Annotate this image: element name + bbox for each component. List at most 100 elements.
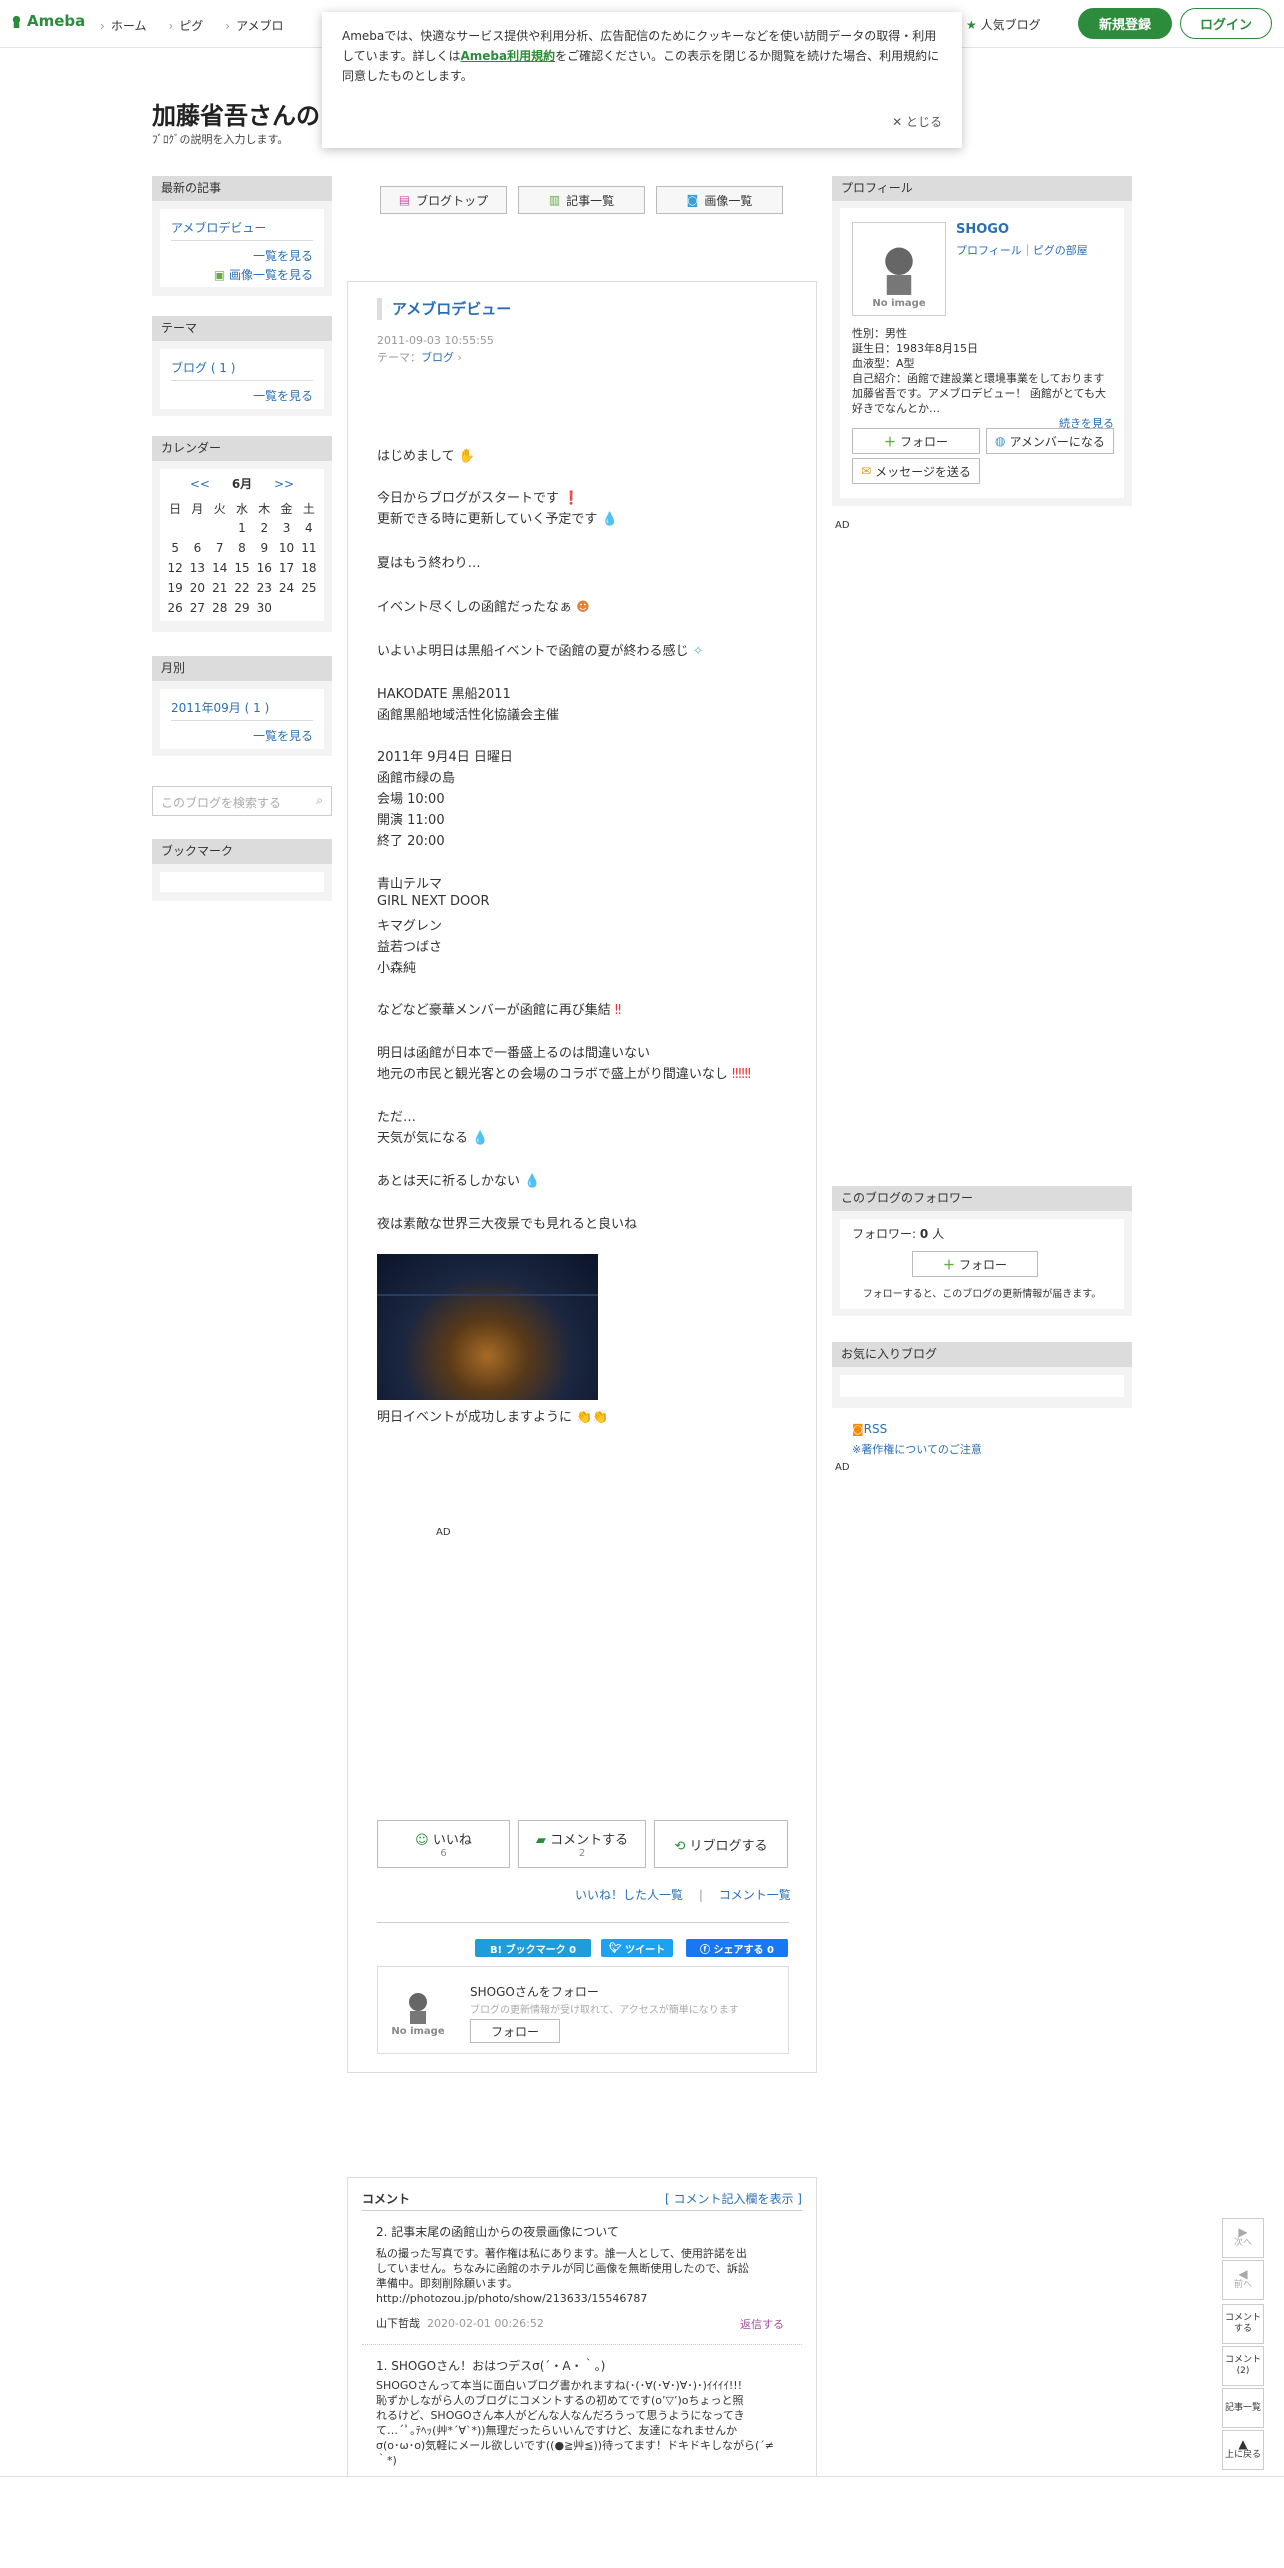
article: アメブロデビュー 2011-09-03 10:55:55 テーマ：ブログ › は… [347,281,817,2073]
profile-avatar[interactable]: No image [852,222,946,316]
comment-2-meta: 山下哲哉 2020-02-01 00:26:52 [376,2317,544,2330]
body-line: 函館市緑の島 [377,771,456,786]
cookie-banner: Amebaでは、快適なサービス提供や利用分析、広告配信のためにクッキーなどを使い… [322,12,962,148]
profile-ad-label: AD [835,520,850,531]
follow-title: SHOGOさんをフォロー [470,1985,599,1999]
show-comment-form-link[interactable]: [ コメント記入欄を表示 ] [665,2190,802,2207]
blog-top-button[interactable]: ▤ ブログトップ [380,186,507,214]
message-button[interactable]: ✉ メッセージを送る [852,458,980,484]
amember-button[interactable]: ◍ アメンバーになる [986,428,1114,454]
comment-list-link[interactable]: コメント一覧 [719,1888,791,1902]
theme-link[interactable]: ブログ ( 1 ) [171,361,235,375]
body-line: 地元の市民と観光客との会場のコラボで盛上がり間違いなし ‼‼‼ [377,1067,751,1082]
theme-heading: テーマ [152,316,332,341]
nav-pigg[interactable]: ピグ [168,17,203,34]
body-line: 終了 20:00 [377,834,445,849]
nav-popular-blog[interactable]: ★ 人気ブログ [966,16,1041,33]
calendar-heading: カレンダー [152,436,332,461]
rss-link[interactable]: ◙RSS [852,1422,887,1436]
article-date: 2011-09-03 10:55:55 [377,334,494,347]
ad-label: AD [436,1527,451,1538]
double-exclamation-emoji-icon: ‼ [614,1003,622,1018]
hatena-bookmark-button[interactable]: B! ブックマーク 0 [475,1939,591,1957]
reply-link[interactable]: 返信する [740,2316,784,2332]
comment-count: 2 [578,1848,586,1859]
star-icon: ★ [966,18,977,32]
profile-blood: 血液型：A型 [852,357,915,370]
blog-search-input[interactable]: このブログを検索する ⌕ [152,786,332,816]
entry-list-button[interactable]: ▥ 記事一覧 [518,186,645,214]
monthly-list-link[interactable]: 一覧を見る [253,729,313,743]
body-line: 夏はもう終わり… [377,556,481,571]
search-icon[interactable]: ⌕ [316,793,323,808]
monthly-heading: 月別 [152,656,332,681]
theme-list-link[interactable]: 一覧を見る [253,389,313,403]
hand-emoji-icon: ✋ [458,449,475,464]
profile-links[interactable]: プロフィール｜ピグの部屋 [956,242,1088,258]
plus-icon: ＋ [883,434,896,449]
post-comment-button[interactable]: コメントする [1222,2304,1264,2344]
nav-home[interactable]: ホーム [100,17,147,34]
night-view-photo[interactable] [377,1254,598,1400]
reblog-button[interactable]: ⟲ リブログする [654,1820,788,1868]
follow-subtitle: ブログの更新情報が受け取れて、アクセスが簡単になります [470,2005,739,2016]
image-list-link[interactable]: 画像一覧を見る [229,268,313,282]
comments-count-button[interactable]: コメント(2) [1222,2346,1264,2386]
followers-follow-button[interactable]: ＋フォロー [912,1251,1038,1277]
calendar-next[interactable]: >> [274,477,294,491]
rss-icon: ◙ [852,1422,864,1436]
theme-link[interactable]: ブログ [421,351,454,364]
envelope-icon: ✉ [861,464,872,478]
body-line: GIRL NEXT DOOR [377,894,490,909]
profile-name[interactable]: SHOGO [956,222,1009,237]
back-to-top-button[interactable]: ▲ 上に戻る [1222,2430,1264,2470]
terms-link[interactable]: Ameba利用規約 [460,49,555,63]
monthly-link[interactable]: 2011年09月 ( 1 ) [171,701,269,715]
tweet-button[interactable]: 🐦︎ ツイート [601,1939,673,1957]
chevron-right-icon: › [457,351,462,364]
login-button[interactable]: ログイン [1180,8,1272,39]
facebook-share-button[interactable]: ⓕ シェアする 0 [686,1939,788,1957]
up-arrow-icon: ▲ [1238,2437,1248,2451]
profile-follow-button[interactable]: ＋フォロー [852,428,980,454]
plus-icon: ＋ [942,1257,955,1272]
ameba-logo[interactable]: Ameba [10,12,85,30]
body-line: 今日からブログがスタートです ❗ [377,491,580,506]
play-icon: ▶ [1238,2225,1248,2239]
copyright-link[interactable]: ※著作権についてのご注意 [852,1441,982,1457]
recent-list-link[interactable]: 一覧を見る [253,249,313,263]
calendar-prev[interactable]: << [190,477,210,491]
image-list-button[interactable]: ◙ 画像一覧 [656,186,783,214]
bookmark-box: ブックマーク [152,839,332,901]
body-line: 夜は素敵な世界三大夜景でも見れると良いね [377,1217,638,1232]
follow-box: No image SHOGOさんをフォロー ブログの更新情報が受け取れて、アクセ… [377,1966,789,2054]
like-button[interactable]: ☺ いいね 6 [377,1820,510,1868]
body-line: 益若つばさ [377,940,443,955]
liked-users-link[interactable]: いいね！した人一覧 [575,1888,683,1902]
close-icon: ✕ [892,115,903,129]
profile-details: 性別：男性 誕生日：1983年8月15日 血液型：A型 自己紹介：函館で建設業と… [852,326,1114,431]
nav-ameblo[interactable]: アメブロ [225,17,283,34]
prev-entry-button[interactable]: ◀ 前へ [1222,2260,1264,2300]
body-line: 明日イベントが成功しますように 👏👏 [377,1410,609,1425]
comment-2-body: 私の撮った写真です。著作権は私にあります。誰一人として、使用許諾を出 していません… [376,2247,749,2305]
back-icon: ◀ [1238,2267,1248,2281]
global-nav: ホーム ピグ アメブロ [100,17,284,34]
cookie-close-button[interactable]: ✕ とじる [892,112,942,132]
follow-button[interactable]: フォロー [470,2019,560,2043]
next-entry-button[interactable]: ▶ 次へ [1222,2218,1264,2258]
recent-entries-heading: 最新の記事 [152,176,332,201]
body-line: イベント尽くしの函館だったなぁ ☻ [377,600,590,615]
smile-icon: ☺ [415,1833,429,1848]
entry-list-float-button[interactable]: 記事一覧 [1222,2388,1264,2428]
twitter-icon: 🐦︎ [608,1942,622,1954]
blog-title[interactable]: 加藤省吾さんの [152,96,320,131]
comment-button[interactable]: ▰ コメントする 2 [518,1820,646,1868]
profile-birthday: 誕生日：1983年8月15日 [852,342,978,355]
register-button[interactable]: 新規登録 [1078,8,1172,39]
article-title[interactable]: アメブロデビュー [377,298,511,320]
comments-heading: コメント [362,2192,411,2206]
body-line: 明日は函館が日本で一番盛上るのは間違いない [377,1046,651,1061]
followers-heading: このブログのフォロワー [832,1186,1132,1211]
recent-entry-link[interactable]: アメブロデビュー [171,221,266,235]
